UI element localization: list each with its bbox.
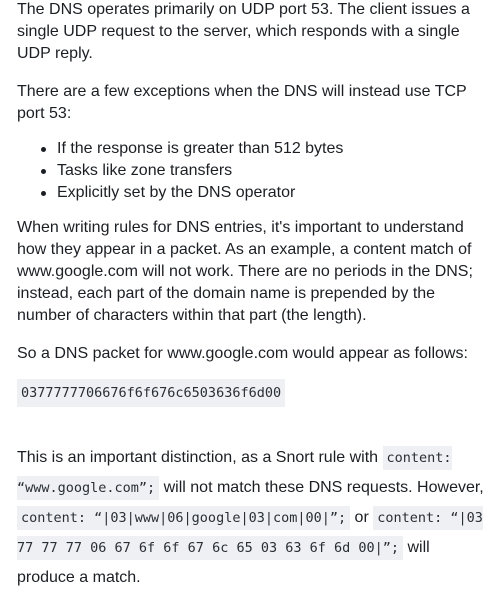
packet-example-paragraph: So a DNS packet for www.google.com would…: [17, 345, 468, 362]
intro-paragraph: The DNS operates primarily on UDP port 5…: [17, 1, 470, 62]
list-item: Explicitly set by the DNS operator: [41, 182, 487, 204]
document-body: The DNS operates primarily on UDP port 5…: [17, 0, 487, 593]
snort-text-3: or: [350, 509, 374, 526]
length-prefixed-rule-code: content: “|03|www|06|google|03|com|00|”;: [17, 506, 351, 530]
exceptions-list: If the response is greater than 512 byte…: [17, 138, 487, 204]
hex-code-block: 0377777706676f6f676c6503636f6d00: [17, 379, 286, 407]
snort-rule-paragraph: This is an important distinction, as a S…: [17, 443, 487, 593]
list-item: If the response is greater than 512 byte…: [41, 138, 487, 160]
exceptions-intro-paragraph: There are a few exceptions when the DNS …: [17, 83, 467, 122]
list-item: Tasks like zone transfers: [41, 160, 487, 182]
snort-text-2: will not match these DNS requests. Howev…: [159, 479, 484, 496]
dns-format-paragraph: When writing rules for DNS entries, it's…: [17, 219, 473, 324]
snort-text-1: This is an important distinction, as a S…: [17, 449, 383, 466]
